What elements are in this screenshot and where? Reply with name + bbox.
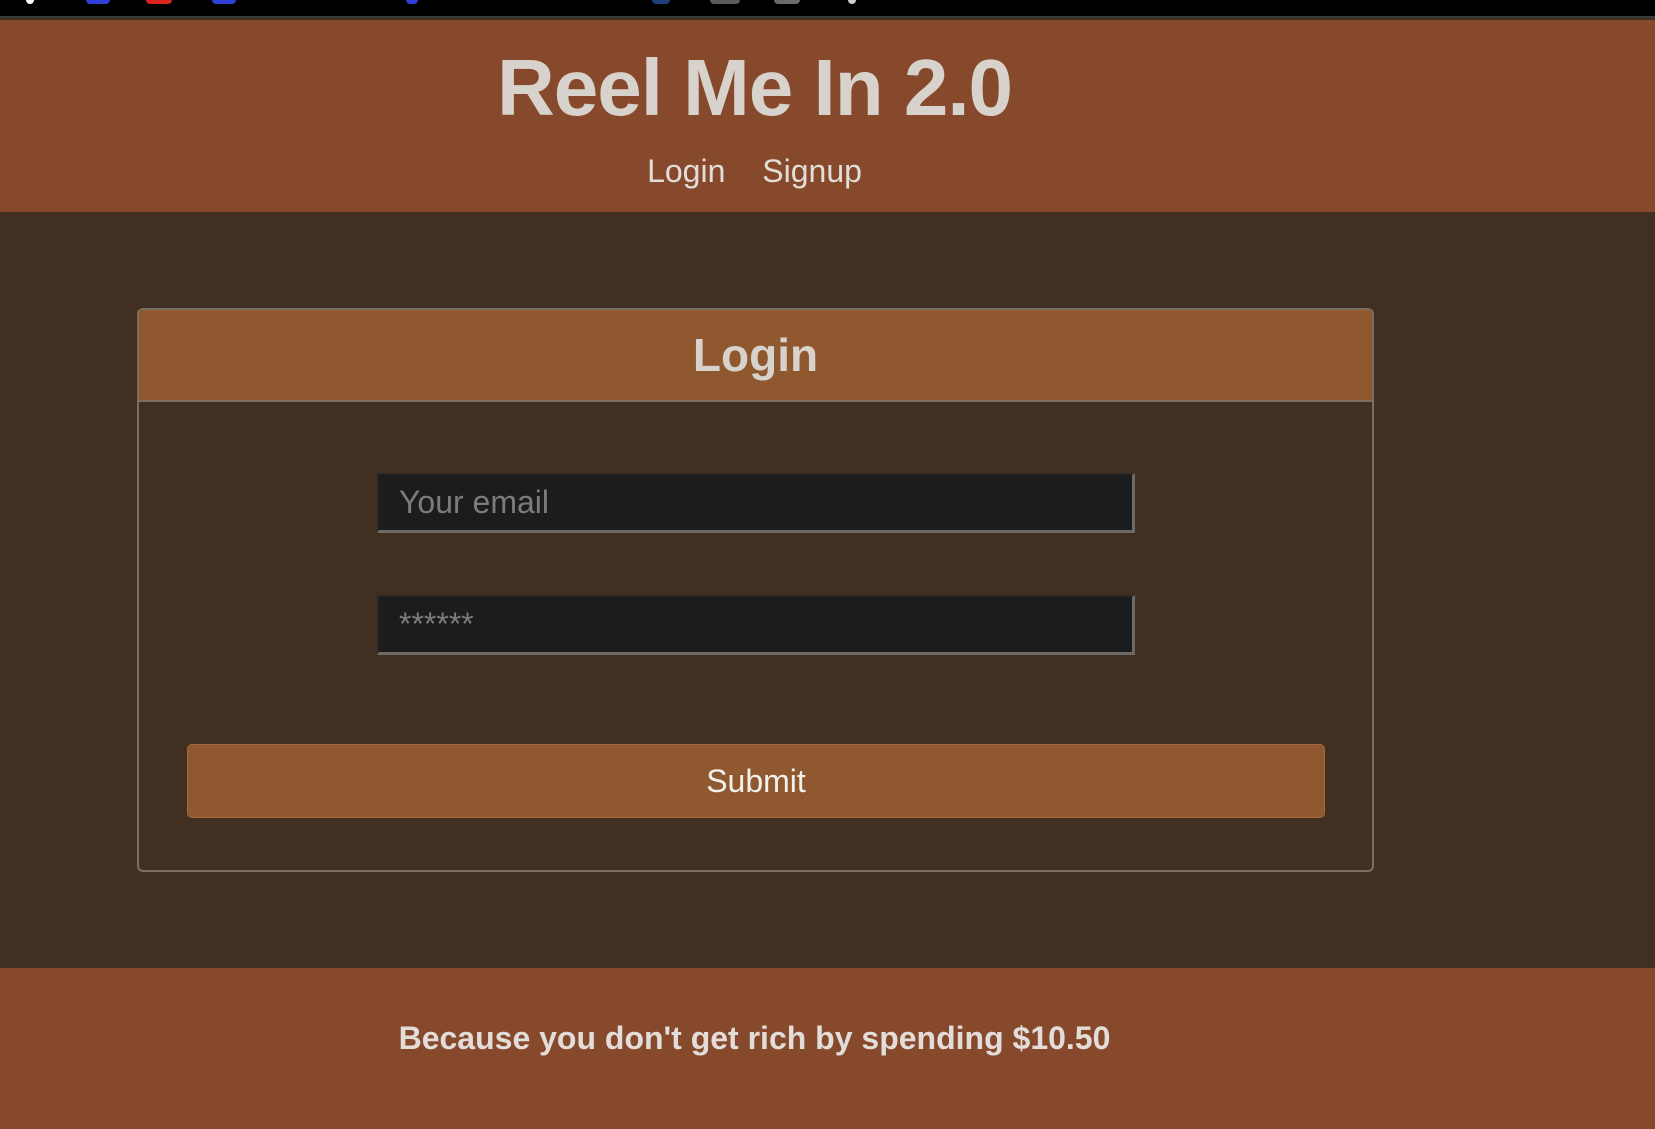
bookmark-icon[interactable] <box>26 0 34 4</box>
nav-link-login[interactable]: Login <box>647 152 725 190</box>
search-engine-icon[interactable] <box>86 0 110 4</box>
site-title: Reel Me In 2.0 <box>496 43 1013 132</box>
site-header: Reel Me In 2.0 Login Signup <box>0 20 1655 212</box>
site-footer: Because you don't get rich by spending $… <box>0 968 1655 1129</box>
main-content: Login Submit <box>0 212 1655 968</box>
site-icon[interactable] <box>774 0 800 4</box>
password-input[interactable] <box>377 595 1135 655</box>
login-card: Login Submit <box>137 308 1374 872</box>
nav-link-signup[interactable]: Signup <box>762 152 862 190</box>
submit-button[interactable]: Submit <box>187 744 1325 818</box>
site-icon[interactable] <box>710 0 740 4</box>
video-site-icon[interactable] <box>146 0 172 4</box>
site-icon[interactable] <box>652 0 670 4</box>
site-icon[interactable] <box>406 0 418 4</box>
email-input[interactable] <box>377 473 1135 533</box>
search-engine-icon[interactable] <box>212 0 236 4</box>
site-icon[interactable] <box>848 0 856 4</box>
login-card-title: Login <box>692 329 819 381</box>
footer-tagline: Because you don't get rich by spending $… <box>398 1020 1111 1056</box>
main-nav: Login Signup <box>0 152 1509 190</box>
browser-top-bar <box>0 0 1655 18</box>
login-card-header: Login <box>139 310 1372 402</box>
